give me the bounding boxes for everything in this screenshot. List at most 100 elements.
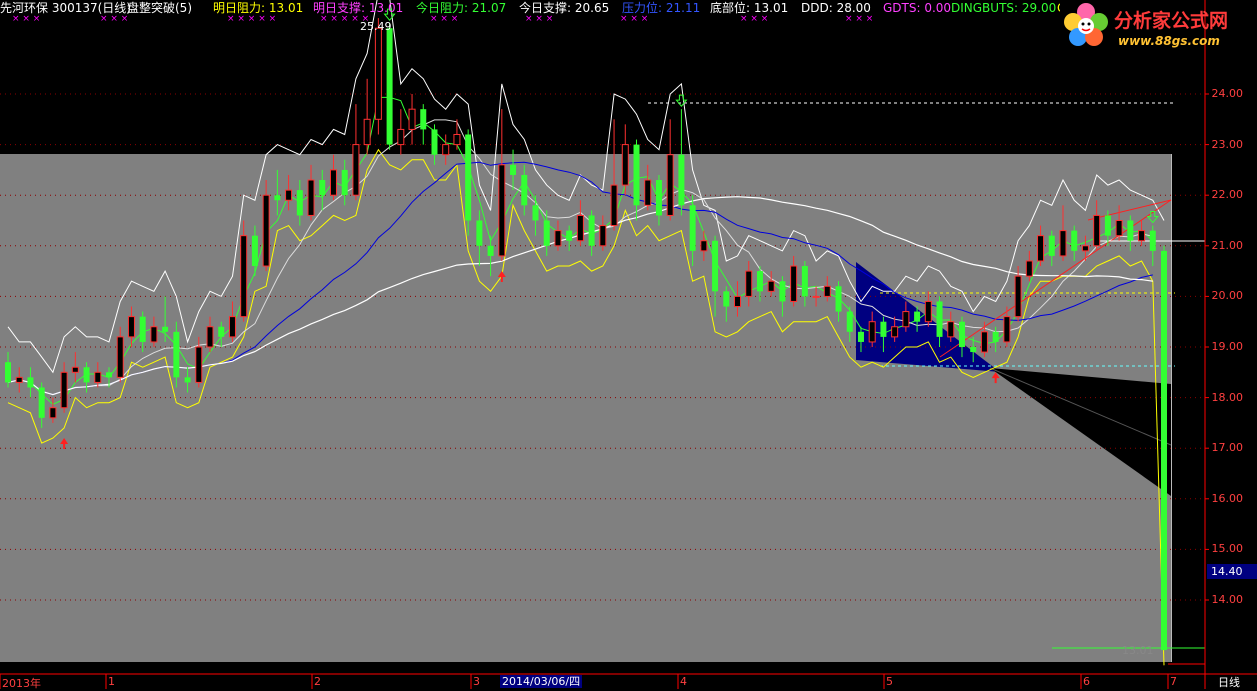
candle-body <box>924 300 932 323</box>
candle-body <box>38 387 45 418</box>
panel-edge <box>1171 154 1172 662</box>
logo-url: www.88gs.com <box>1118 34 1220 48</box>
price-tick: 20.00 <box>1211 289 1244 303</box>
candle-body <box>116 336 124 378</box>
candle-body <box>184 377 191 383</box>
stock-chart[interactable] <box>0 0 1257 689</box>
period-label[interactable]: 日线 <box>1218 674 1240 690</box>
price-tick: 17.00 <box>1211 441 1244 455</box>
candle-body <box>1059 230 1067 257</box>
candle-body <box>71 366 79 373</box>
candle-body <box>262 194 270 267</box>
time-tick: 5 <box>886 675 893 688</box>
candle-body <box>476 220 483 246</box>
candle-body <box>442 144 450 156</box>
candle-body <box>274 195 281 201</box>
candle-body <box>1071 230 1078 251</box>
candle-body <box>150 326 158 343</box>
price-tick: 21.00 <box>1211 238 1244 252</box>
candle-body <box>1048 235 1055 256</box>
header-item: GDTS: 0.00 <box>883 1 952 15</box>
candle-body <box>228 316 236 338</box>
candle-body <box>723 291 730 307</box>
time-tick: 1 <box>108 675 115 688</box>
time-tick: 3 <box>473 675 480 688</box>
candle-body <box>823 285 831 297</box>
candle-body <box>700 240 708 252</box>
candle-body <box>666 154 674 216</box>
marker-group: × × × <box>845 14 874 24</box>
candle-body <box>139 316 146 342</box>
candle-body <box>206 326 214 348</box>
price-tick: 18.00 <box>1211 390 1244 404</box>
current-price-box: 14.40 <box>1207 564 1257 579</box>
marker-group: × × × <box>620 14 649 24</box>
candle-body <box>420 109 427 130</box>
candle-body <box>655 180 662 216</box>
cursor-date-box: 2014/03/06/四 <box>500 675 583 688</box>
price-tick: 14.00 <box>1211 593 1244 606</box>
candle-body <box>689 205 696 251</box>
candle-body <box>397 128 405 146</box>
price-tick: 15.00 <box>1211 542 1244 556</box>
candle-body <box>992 331 999 342</box>
site-logo: 分析家公式网 www.88gs.com <box>1058 2 1254 52</box>
candle-body <box>1003 316 1011 343</box>
time-tick: 2 <box>314 675 321 688</box>
candle-body <box>846 311 853 332</box>
candle-body <box>341 169 348 196</box>
marker-group: × × × <box>740 14 769 24</box>
candle-body <box>319 180 326 196</box>
price-tick: 23.00 <box>1211 137 1244 151</box>
candle-body <box>352 144 360 196</box>
candle-body <box>914 311 921 322</box>
candle-body <box>756 271 763 292</box>
candle-body <box>465 134 472 221</box>
candle-body <box>543 220 550 246</box>
candle-body <box>521 174 528 206</box>
candle-body <box>83 367 90 383</box>
candle-body <box>60 371 68 409</box>
candle-body <box>1149 230 1156 251</box>
candle-body <box>970 347 977 353</box>
candle-body <box>173 331 180 378</box>
marker-group: × × × <box>525 14 554 24</box>
candle-body <box>857 331 864 342</box>
candle-body <box>644 179 652 206</box>
candle-body <box>431 129 438 155</box>
candle-body <box>285 189 293 201</box>
candle-body <box>106 372 113 378</box>
candle-body <box>94 371 102 383</box>
candle-body <box>374 27 382 120</box>
candle-body <box>49 407 57 419</box>
peak-price-label: 25.49 <box>360 20 392 33</box>
logo-title: 分析家公式网 <box>1114 10 1229 32</box>
candle-body <box>712 240 719 292</box>
candle-body <box>1115 220 1123 237</box>
marker-group: × × × <box>430 14 459 24</box>
candle-body <box>621 144 629 186</box>
candle-body <box>1161 250 1167 651</box>
sell-arrow-icon <box>675 94 688 107</box>
candle-body <box>15 376 23 383</box>
header-item: DINGBUTS: 29.00 <box>951 1 1057 15</box>
candle-body <box>296 190 303 216</box>
flower-logo-icon <box>1064 3 1108 46</box>
time-tick: 6 <box>1083 675 1090 688</box>
marker-group: × × × <box>100 14 129 24</box>
candle-body <box>218 326 225 337</box>
candle-body <box>532 205 539 221</box>
candle-body <box>947 321 955 338</box>
candle-body <box>1093 214 1101 247</box>
candle-body <box>801 266 808 297</box>
candle-body <box>767 280 775 292</box>
candle-body <box>162 326 169 332</box>
candle-body <box>588 215 595 246</box>
time-tick: 7 <box>1170 675 1177 688</box>
candle-body <box>251 235 258 267</box>
candle-body <box>745 270 753 297</box>
candle-body <box>566 230 573 241</box>
time-tick: 4 <box>680 675 687 688</box>
candle-body <box>498 164 506 257</box>
candle-body <box>554 230 562 247</box>
